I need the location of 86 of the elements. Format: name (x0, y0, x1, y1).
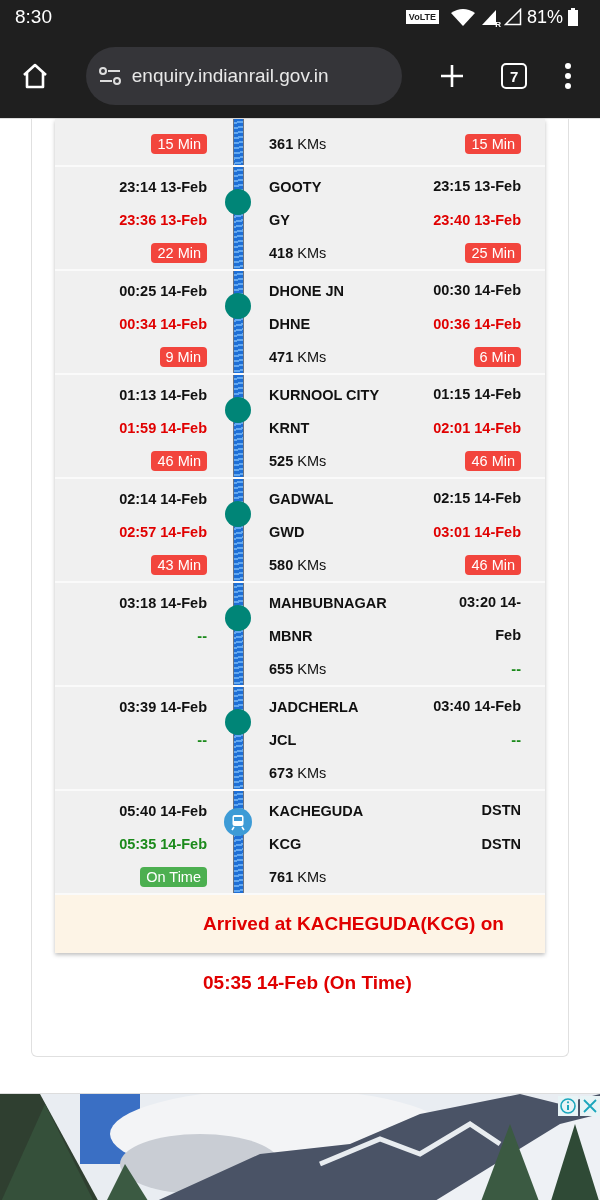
station-code: GWD (269, 523, 305, 540)
actual-departure: DSTN (481, 835, 521, 852)
actual-departure: 02:01 14-Feb (433, 419, 521, 436)
distance: 580 KMs (269, 556, 327, 573)
menu-icon[interactable] (564, 63, 572, 89)
station-code: KCG (269, 835, 302, 852)
wifi-icon (449, 8, 476, 26)
actual-arrival: 05:35 14-Feb (119, 835, 207, 852)
scheduled-departure: 02:15 14-Feb (433, 489, 521, 508)
actual-arrival: -- (197, 731, 207, 748)
actual-arrival: 02:57 14-Feb (119, 523, 207, 540)
station-dot (225, 397, 251, 423)
actual-departure: 03:01 14-Feb (433, 523, 521, 540)
route-track (232, 119, 244, 165)
signal-icon (503, 8, 522, 26)
scheduled-arrival: 05:40 14-Feb (119, 802, 207, 819)
station-name: DHONE JN (269, 282, 344, 299)
actual-arrival: 00:34 14-Feb (119, 315, 207, 332)
delay-badge: 46 Min (151, 450, 207, 471)
station-name: MAHBUBNAGAR (269, 594, 387, 611)
delay-badge: 43 Min (151, 554, 207, 575)
battery-icon (568, 8, 578, 26)
scheduled-arrival: 23:14 13-Feb (119, 178, 207, 195)
delay-badge: 22 Min (151, 242, 207, 263)
station-code: MBNR (269, 627, 313, 644)
new-tab-icon[interactable] (438, 63, 465, 89)
arrival-message: Arrived at KACHEGUDA(KCG) on (203, 913, 504, 935)
station-name: KURNOOL CITY (269, 386, 380, 403)
actual-arrival: 01:59 14-Feb (119, 419, 207, 436)
station-name: JADCHERLA (269, 698, 359, 715)
actual-departure: -- (511, 660, 521, 677)
close-icon[interactable] (580, 1096, 600, 1116)
actual-departure: 00:36 14-Feb (433, 315, 521, 332)
scheduled-arrival: 03:39 14-Feb (119, 698, 207, 715)
scheduled-departure: DSTN (481, 801, 521, 820)
home-icon[interactable] (21, 63, 49, 89)
delay-badge: 25 Min (465, 242, 521, 263)
distance: 418 KMs (269, 244, 327, 261)
station-dot (225, 709, 251, 735)
delay-badge: 15 Min (151, 133, 207, 154)
distance: 673 KMs (269, 764, 327, 781)
distance: 525 KMs (269, 452, 327, 469)
status-time: 8:30 (15, 6, 52, 28)
actual-departure: -- (511, 731, 521, 748)
station-name: GOOTY (269, 178, 322, 195)
delay-badge: 6 Min (473, 346, 521, 367)
train-icon (224, 808, 252, 836)
station-dot (225, 189, 251, 215)
delay-badge: On Time (140, 866, 207, 887)
scheduled-departure: 00:30 14-Feb (433, 281, 521, 300)
station-dot (225, 605, 251, 631)
scheduled-departure: 03:40 14-Feb (433, 697, 521, 716)
scheduled-arrival: 01:13 14-Feb (119, 386, 207, 403)
tab-count-button[interactable]: 7 (501, 63, 528, 89)
signal-icon: R (480, 8, 499, 26)
address-bar[interactable]: enquiry.indianrail.gov.in (85, 47, 402, 105)
station-code: JCL (269, 731, 297, 748)
delay-badge: 46 Min (465, 554, 521, 575)
delay-badge: 9 Min (159, 346, 207, 367)
actual-arrival: 23:36 13-Feb (119, 211, 207, 228)
station-code: GY (269, 211, 290, 228)
delay-badge: 46 Min (465, 450, 521, 471)
station-code: DHNE (269, 315, 311, 332)
battery-percent: 81% (526, 6, 563, 28)
site-settings-icon[interactable] (97, 66, 122, 86)
station-dot (225, 501, 251, 527)
scheduled-arrival: 02:14 14-Feb (119, 490, 207, 507)
info-icon[interactable] (558, 1096, 578, 1116)
volte-badge: VoLTE (405, 10, 439, 24)
scheduled-departure: 23:15 13-Feb (433, 177, 521, 196)
scheduled-departure: 03:20 14-Feb (457, 593, 521, 645)
station-name: KACHEGUDA (269, 802, 364, 819)
station-dot (225, 293, 251, 319)
arrival-message: 05:35 14-Feb (On Time) (203, 972, 412, 993)
station-name: GADWAL (269, 490, 334, 507)
distance: 471 KMs (269, 348, 327, 365)
scheduled-arrival: 00:25 14-Feb (119, 282, 207, 299)
actual-departure: 23:40 13-Feb (433, 211, 521, 228)
station-code: KRNT (269, 419, 310, 436)
distance: 655 KMs (269, 660, 327, 677)
delay-badge: 15 Min (465, 133, 521, 154)
distance: 761 KMs (269, 868, 327, 885)
scheduled-departure: 01:15 14-Feb (433, 385, 521, 404)
distance: 361 KMs (269, 135, 327, 152)
scheduled-arrival: 03:18 14-Feb (119, 594, 207, 611)
actual-arrival: -- (197, 627, 207, 644)
